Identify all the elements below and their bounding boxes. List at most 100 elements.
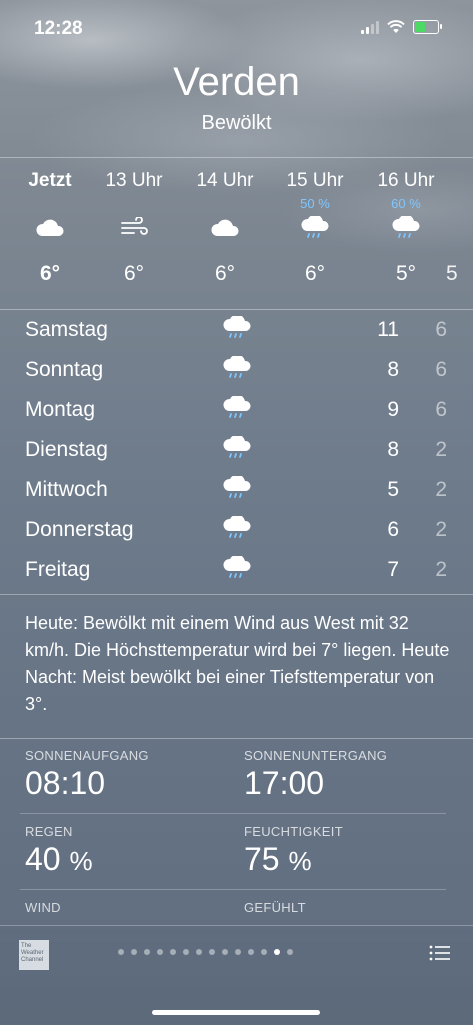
page-dot[interactable] [222, 949, 228, 955]
precip-chance [5, 196, 95, 212]
day-high: 8 [387, 358, 399, 381]
daily-row: Samstag 11 6 [0, 310, 473, 350]
page-dot[interactable] [261, 949, 267, 955]
daily-row: Mittwoch 5 2 [0, 470, 473, 510]
hour-item: 16 Uhr 60 % 5° [361, 170, 451, 286]
rain-value: 40 [25, 841, 61, 877]
page-dot[interactable] [287, 949, 293, 955]
day-high: 8 [387, 438, 399, 461]
daily-row: Freitag 7 2 [0, 550, 473, 590]
hour-label: 16 Uhr [377, 170, 435, 191]
divider [0, 594, 473, 595]
status-icons [361, 20, 442, 34]
cloud-icon [180, 212, 270, 244]
page-dot[interactable] [209, 949, 215, 955]
precip-chance: 60 % [391, 196, 421, 211]
list-icon[interactable] [429, 944, 451, 962]
rain-cloud-icon [223, 436, 251, 458]
battery-icon [413, 20, 442, 34]
hour-icon-empty [446, 212, 473, 244]
divider [20, 889, 446, 890]
rain-cloud-icon [223, 516, 251, 538]
day-low: 2 [435, 558, 447, 581]
rain-cloud-icon [361, 212, 451, 244]
page-dot[interactable] [170, 949, 176, 955]
humidity-label: FEUCHTIGKEIT [244, 824, 343, 839]
rain-cloud-icon [223, 356, 251, 378]
page-dot[interactable] [131, 949, 137, 955]
page-dot[interactable] [196, 949, 202, 955]
divider [0, 738, 473, 739]
daily-row: Sonntag 8 6 [0, 350, 473, 390]
day-high: 9 [387, 398, 399, 421]
hour-temp: 5° [395, 262, 417, 285]
page-indicator[interactable] [118, 949, 293, 955]
rain-cloud-icon [270, 212, 360, 244]
daily-row: Montag 9 6 [0, 390, 473, 430]
page-dot[interactable] [274, 949, 280, 955]
rain-label: REGEN [25, 824, 73, 839]
page-dot[interactable] [248, 949, 254, 955]
current-condition: Bewölkt [201, 112, 272, 134]
day-low: 2 [435, 438, 447, 461]
wifi-icon [387, 20, 405, 33]
day-name: Sonntag [25, 358, 104, 381]
status-time: 12:28 [34, 18, 83, 39]
feels-like-detail: GEFÜHLT [244, 900, 444, 915]
city-name: Verden [173, 60, 300, 104]
hour-label: 15 Uhr [286, 170, 344, 191]
rain-value-row: 40 % [25, 841, 225, 878]
hour-item: 13 Uhr 6° [89, 170, 179, 286]
home-indicator[interactable] [152, 1010, 320, 1015]
page-dot[interactable] [183, 949, 189, 955]
page-dot[interactable] [157, 949, 163, 955]
hour-label: 13 Uhr [105, 170, 163, 191]
sunset-detail: SONNENUNTERGANG 17:00 [244, 748, 444, 802]
rain-cloud-icon [223, 396, 251, 418]
rain-detail: REGEN 40 % [25, 824, 225, 878]
day-low: 6 [435, 318, 447, 341]
hour-item-partial: 1 5 [446, 170, 473, 286]
rain-cloud-icon [223, 316, 251, 338]
hour-label: 14 Uhr [196, 170, 254, 191]
weather-channel-logo[interactable]: The Weather Channel [19, 940, 49, 970]
page-dot[interactable] [144, 949, 150, 955]
humidity-value: 75 [244, 841, 280, 877]
hour-temp: 5 [446, 262, 458, 285]
hour-temp: 6° [214, 262, 236, 285]
day-name: Freitag [25, 558, 91, 581]
day-high: 7 [387, 558, 399, 581]
day-name: Montag [25, 398, 96, 421]
day-low: 6 [435, 398, 447, 421]
rain-cloud-icon [223, 556, 251, 578]
divider [20, 813, 446, 814]
daily-row: Donnerstag 6 2 [0, 510, 473, 550]
day-name: Donnerstag [25, 518, 134, 541]
cellular-signal-icon [361, 20, 379, 34]
day-name: Samstag [25, 318, 108, 341]
bottom-toolbar: The Weather Channel [0, 925, 473, 1025]
humidity-unit: % [288, 846, 312, 876]
day-high: 6 [387, 518, 399, 541]
precip-chance [180, 196, 270, 212]
hour-item: 15 Uhr 50 % 6° [270, 170, 360, 286]
wind-icon [89, 212, 179, 244]
day-name: Dienstag [25, 438, 108, 461]
day-low: 6 [435, 358, 447, 381]
status-bar: 12:28 [0, 14, 473, 44]
page-dot[interactable] [118, 949, 124, 955]
hour-temp: 6° [39, 262, 61, 285]
hour-item: 14 Uhr 6° [180, 170, 270, 286]
hour-temp: 6° [123, 262, 145, 285]
day-high: 11 [377, 318, 399, 341]
precip-chance: 50 % [300, 196, 330, 211]
page-dot[interactable] [235, 949, 241, 955]
sunset-label: SONNENUNTERGANG [244, 748, 388, 763]
sunrise-detail: SONNENAUFGANG 08:10 [25, 748, 225, 802]
humidity-value-row: 75 % [244, 841, 444, 878]
hourly-forecast[interactable]: Jetzt 6° 13 Uhr 6° 14 Uhr 6° 15 Uhr 50 % [0, 170, 473, 308]
today-summary: Heute: Bewölkt mit einem Wind aus West m… [25, 613, 450, 714]
rain-unit: % [69, 846, 93, 876]
day-low: 2 [435, 478, 447, 501]
hour-temp: 6° [304, 262, 326, 285]
